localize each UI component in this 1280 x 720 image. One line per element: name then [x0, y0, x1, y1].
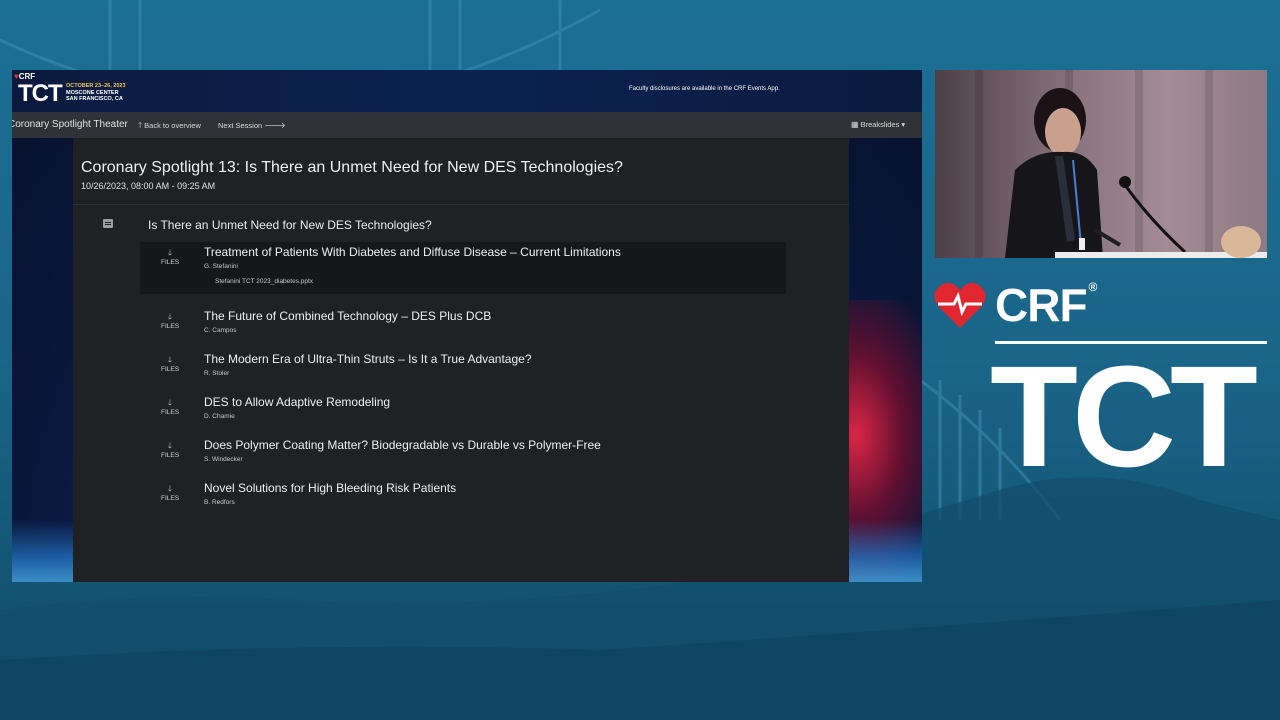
- arrow-down-icon: 🡓: [167, 484, 173, 493]
- presentation-screen: ♥CRF TCT OCTOBER 23–26, 2023 MOSCONE CEN…: [12, 70, 922, 582]
- talk-title[interactable]: The Future of Combined Technology – DES …: [204, 309, 491, 323]
- theater-name[interactable]: Coronary Spotlight Theater: [12, 119, 128, 130]
- speaker-figure: [1005, 88, 1267, 258]
- talk-title[interactable]: Novel Solutions for High Bleeding Risk P…: [204, 481, 456, 495]
- arrow-down-icon: 🡓: [167, 248, 173, 257]
- crf-logo-text: CRF ®: [995, 279, 1097, 331]
- talk-speaker: G. Stefanini: [204, 263, 238, 270]
- grid-icon: ▦: [851, 120, 859, 129]
- talk-title[interactable]: DES to Allow Adaptive Remodeling: [204, 395, 390, 409]
- speaker-video: [935, 70, 1267, 258]
- talk-row[interactable]: 🡓 FILES The Modern Era of Ultra-Thin Str…: [140, 349, 786, 383]
- talk-row[interactable]: 🡓 FILES Treatment of Patients With Diabe…: [140, 242, 786, 294]
- talk-title[interactable]: Does Polymer Coating Matter? Biodegradab…: [204, 438, 601, 452]
- files-download-button[interactable]: 🡓 FILES: [140, 485, 200, 503]
- event-dates: OCTOBER 23–26, 2023: [66, 83, 126, 89]
- caret-down-icon: ▾: [901, 120, 906, 129]
- files-download-button[interactable]: 🡓 FILES: [140, 313, 200, 331]
- session-navbar: Coronary Spotlight Theater 🡑 Back to over…: [12, 112, 922, 138]
- event-city: SAN FRANCISCO, CA: [66, 96, 123, 102]
- back-to-overview-link[interactable]: 🡑 Back to overview: [138, 120, 201, 134]
- files-download-button[interactable]: 🡓 FILES: [140, 356, 200, 374]
- next-session-link[interactable]: Next Session 🡒: [218, 120, 288, 130]
- talk-speaker: C. Campos: [204, 327, 237, 334]
- files-download-button[interactable]: 🡓 FILES: [140, 399, 200, 417]
- files-download-button[interactable]: 🡓 FILES: [140, 442, 200, 460]
- talk-speaker: S. Windecker: [204, 456, 243, 463]
- talk-title[interactable]: The Modern Era of Ultra-Thin Struts – Is…: [204, 352, 532, 366]
- document-icon: [103, 219, 113, 228]
- session-date: 10/26/2023, 08:00 AM - 09:25 AM: [81, 181, 216, 191]
- talk-speaker: D. Chamie: [204, 413, 235, 420]
- talk-row[interactable]: 🡓 FILES DES to Allow Adaptive Remodeling…: [140, 392, 786, 426]
- heart-icon: [934, 282, 986, 328]
- tct-logo-text: TCT: [990, 336, 1258, 497]
- arrow-right-icon: 🡒: [264, 121, 286, 130]
- talk-row[interactable]: 🡓 FILES Novel Solutions for High Bleedin…: [140, 478, 786, 512]
- faculty-disclosure-note: Faculty disclosures are available in the…: [629, 86, 780, 92]
- talk-row[interactable]: 🡓 FILES Does Polymer Coating Matter? Bio…: [140, 435, 786, 469]
- arrow-down-icon: 🡓: [167, 312, 173, 321]
- files-download-button[interactable]: 🡓 FILES: [140, 249, 200, 267]
- talk-title[interactable]: Treatment of Patients With Diabetes and …: [204, 245, 621, 259]
- section-title: Is There an Unmet Need for New DES Techn…: [148, 218, 432, 232]
- talk-speaker: B. Redfors: [204, 499, 235, 506]
- session-panel: Coronary Spotlight 13: Is There an Unmet…: [73, 138, 849, 582]
- breakslides-dropdown[interactable]: ▦ Breakslides ▾: [851, 120, 905, 129]
- tct-mini-logo: TCT: [18, 80, 63, 107]
- arrow-down-icon: 🡓: [167, 398, 173, 407]
- event-banner: ♥CRF TCT OCTOBER 23–26, 2023 MOSCONE CEN…: [12, 70, 922, 112]
- talk-file-link[interactable]: Stefanini TCT 2023_diabetes.pptx: [215, 278, 313, 285]
- arrow-down-icon: 🡓: [167, 355, 173, 364]
- session-title: Coronary Spotlight 13: Is There an Unmet…: [81, 159, 623, 176]
- event-info: OCTOBER 23–26, 2023 MOSCONE CENTER SAN F…: [66, 83, 126, 103]
- arrow-up-icon: 🡑: [138, 121, 143, 130]
- arrow-down-icon: 🡓: [167, 441, 173, 450]
- talk-speaker: R. Stoler: [204, 370, 230, 377]
- talk-row[interactable]: 🡓 FILES The Future of Combined Technolog…: [140, 306, 786, 340]
- divider: [73, 204, 849, 205]
